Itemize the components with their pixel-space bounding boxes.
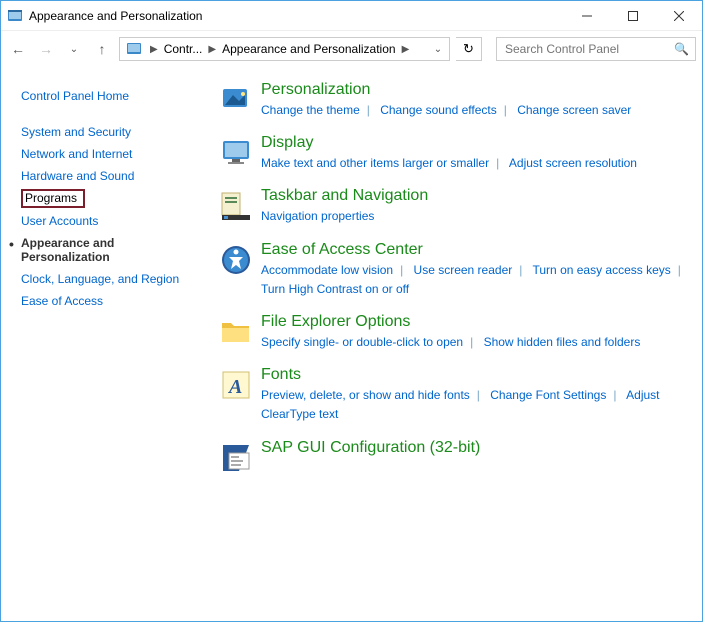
search-input[interactable]	[503, 41, 663, 57]
category-title[interactable]: Ease of Access Center	[261, 241, 423, 259]
category-title[interactable]: Display	[261, 134, 313, 152]
category-title[interactable]: File Explorer Options	[261, 313, 410, 331]
category-title[interactable]: SAP GUI Configuration (32-bit)	[261, 439, 480, 457]
sidebar-item-programs[interactable]: Programs	[21, 187, 201, 210]
link-click-open[interactable]: Specify single- or double-click to open	[261, 335, 463, 349]
search-icon[interactable]: 🔍	[674, 42, 689, 56]
titlebar: Appearance and Personalization	[1, 1, 702, 31]
link-navigation-properties[interactable]: Navigation properties	[261, 209, 374, 223]
search-box[interactable]: 🔍	[496, 37, 696, 61]
taskbar-icon	[219, 187, 261, 226]
forward-button: →	[35, 41, 57, 57]
sidebar-item-clock-language-region[interactable]: Clock, Language, and Region	[21, 268, 201, 290]
toolbar: ← → ⌄ ↑ ▶ Contr... ▶ Appearance and Pers…	[1, 31, 702, 67]
category-taskbar: Taskbar and Navigation Navigation proper…	[219, 187, 690, 226]
close-button[interactable]	[656, 1, 702, 31]
recent-locations-dropdown[interactable]: ⌄	[63, 44, 85, 55]
control-panel-icon	[126, 41, 142, 57]
control-panel-icon	[7, 8, 23, 24]
link-screen-reader[interactable]: Use screen reader	[414, 263, 513, 277]
address-bar[interactable]: ▶ Contr... ▶ Appearance and Personalizat…	[119, 37, 450, 61]
chevron-right-icon[interactable]: ▶	[204, 44, 220, 55]
link-high-contrast[interactable]: Turn High Contrast on or off	[261, 282, 409, 296]
chevron-right-icon[interactable]: ▶	[398, 44, 414, 55]
sidebar-item-system-security[interactable]: System and Security	[21, 121, 201, 143]
chevron-right-icon[interactable]: ▶	[146, 44, 162, 55]
link-preview-fonts[interactable]: Preview, delete, or show and hide fonts	[261, 388, 470, 402]
sidebar-item-appearance-personalization[interactable]: Appearance and Personalization	[21, 232, 201, 268]
category-sap-gui: SAP GUI Configuration (32-bit)	[219, 439, 690, 475]
sap-gui-icon	[219, 439, 261, 475]
link-change-sound[interactable]: Change sound effects	[380, 103, 497, 117]
display-icon	[219, 134, 261, 173]
window-title: Appearance and Personalization	[29, 9, 202, 23]
fonts-icon: A	[219, 366, 261, 424]
highlight-annotation: Programs	[21, 189, 85, 208]
folder-icon	[219, 313, 261, 352]
minimize-button[interactable]	[564, 1, 610, 31]
refresh-button[interactable]: ↻	[456, 37, 482, 61]
category-title[interactable]: Taskbar and Navigation	[261, 187, 428, 205]
personalization-icon	[219, 81, 261, 120]
breadcrumb-current[interactable]: Appearance and Personalization	[220, 42, 397, 56]
sidebar-home[interactable]: Control Panel Home	[21, 85, 201, 107]
category-title[interactable]: Personalization	[261, 81, 370, 99]
category-personalization: Personalization Change the theme| Change…	[219, 81, 690, 120]
category-ease-of-access: Ease of Access Center Accommodate low vi…	[219, 241, 690, 299]
link-change-screensaver[interactable]: Change screen saver	[517, 103, 631, 117]
category-file-explorer: File Explorer Options Specify single- or…	[219, 313, 690, 352]
link-easy-access-keys[interactable]: Turn on easy access keys	[533, 263, 671, 277]
ease-of-access-icon	[219, 241, 261, 299]
sidebar-item-hardware-sound[interactable]: Hardware and Sound	[21, 165, 201, 187]
category-display: Display Make text and other items larger…	[219, 134, 690, 173]
link-font-settings[interactable]: Change Font Settings	[490, 388, 606, 402]
breadcrumb-root[interactable]: Contr...	[162, 42, 205, 56]
sidebar: Control Panel Home System and Security N…	[1, 67, 211, 621]
maximize-button[interactable]	[610, 1, 656, 31]
back-button[interactable]: ←	[7, 41, 29, 57]
category-fonts: A Fonts Preview, delete, or show and hid…	[219, 366, 690, 424]
link-change-theme[interactable]: Change the theme	[261, 103, 360, 117]
sidebar-item-network-internet[interactable]: Network and Internet	[21, 143, 201, 165]
main-content: Personalization Change the theme| Change…	[211, 67, 702, 621]
link-low-vision[interactable]: Accommodate low vision	[261, 263, 393, 277]
category-title[interactable]: Fonts	[261, 366, 301, 384]
sidebar-item-ease-of-access[interactable]: Ease of Access	[21, 290, 201, 312]
svg-text:A: A	[227, 376, 242, 398]
address-dropdown[interactable]: ⌄	[429, 44, 447, 55]
up-button[interactable]: ↑	[91, 41, 113, 57]
link-hidden-files[interactable]: Show hidden files and folders	[484, 335, 641, 349]
link-text-size[interactable]: Make text and other items larger or smal…	[261, 156, 489, 170]
link-resolution[interactable]: Adjust screen resolution	[509, 156, 637, 170]
sidebar-item-user-accounts[interactable]: User Accounts	[21, 210, 201, 232]
